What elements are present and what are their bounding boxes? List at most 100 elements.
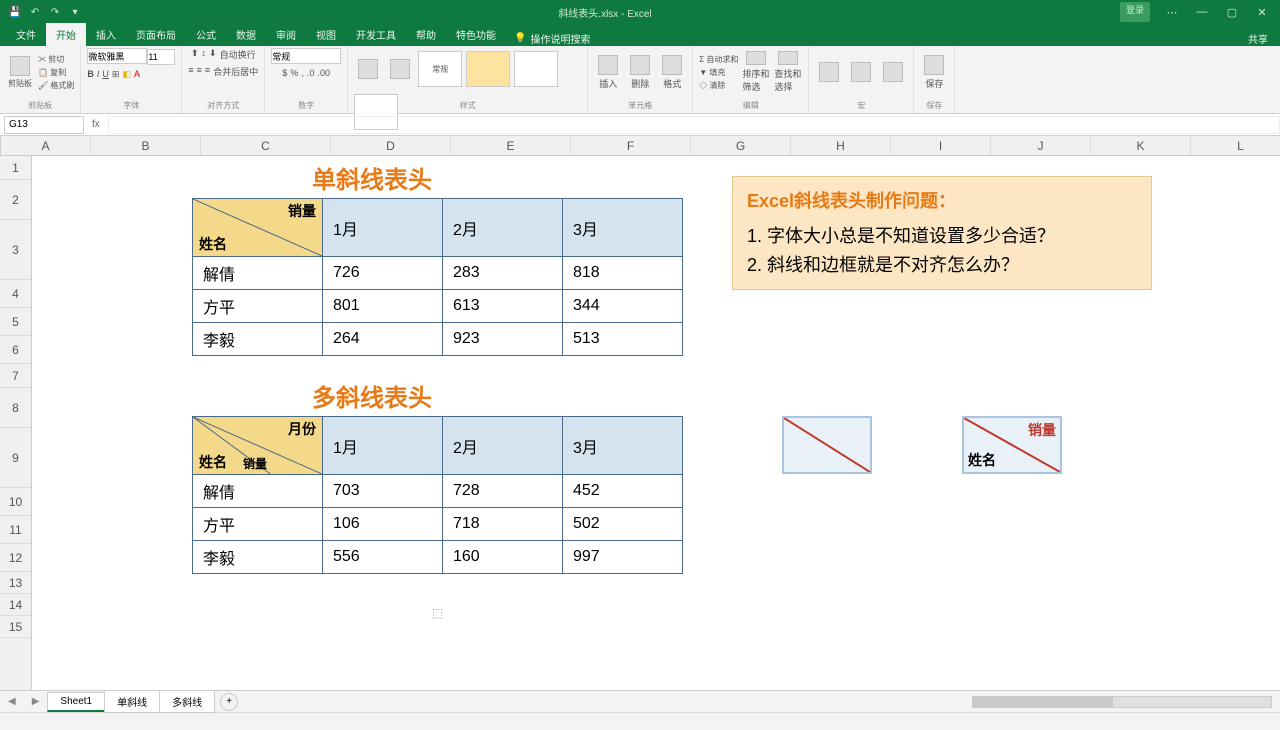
record-macro-button[interactable] bbox=[815, 51, 843, 93]
align-top-icon[interactable]: ⬆ bbox=[191, 48, 199, 61]
signin-badge[interactable]: 登录 bbox=[1120, 2, 1150, 22]
row-header-1[interactable]: 1 bbox=[0, 156, 31, 180]
col-header-D[interactable]: D bbox=[331, 136, 451, 155]
formula-bar[interactable] bbox=[108, 116, 1280, 134]
currency-icon[interactable]: $ bbox=[282, 68, 287, 78]
row-header-6[interactable]: 6 bbox=[0, 336, 31, 364]
find-select-button[interactable]: 查找和选择 bbox=[774, 51, 802, 93]
fill-color-icon[interactable]: ◧ bbox=[122, 69, 131, 80]
sort-filter-button[interactable]: 排序和筛选 bbox=[742, 51, 770, 93]
horizontal-scrollbar[interactable] bbox=[972, 696, 1272, 708]
wrap-text-button[interactable]: 自动换行 bbox=[220, 48, 256, 61]
ribbon-options-icon[interactable]: ⋯ bbox=[1158, 2, 1186, 22]
tab-review[interactable]: 审阅 bbox=[266, 23, 306, 46]
cell-style-accent[interactable] bbox=[466, 51, 510, 87]
diagonal-header-cell-2[interactable]: 月份 销量 姓名 bbox=[193, 417, 323, 475]
autosum-button[interactable]: Σ 自动求和 bbox=[699, 54, 738, 65]
col-header-J[interactable]: J bbox=[991, 136, 1091, 155]
tab-data[interactable]: 数据 bbox=[226, 23, 266, 46]
tab-layout[interactable]: 页面布局 bbox=[126, 23, 186, 46]
merge-button[interactable]: 合并后居中 bbox=[213, 65, 258, 78]
format-cells-button[interactable]: 格式 bbox=[658, 51, 686, 93]
tab-developer[interactable]: 开发工具 bbox=[346, 23, 406, 46]
font-size-input[interactable] bbox=[147, 49, 175, 65]
cells-area[interactable]: 单斜线表头 销量 姓名 1月 2月 3月 解倩726283818 方平80161… bbox=[32, 156, 1280, 690]
paste-button[interactable]: 剪贴板 bbox=[6, 51, 34, 93]
diagonal-header-cell-1[interactable]: 销量 姓名 bbox=[193, 199, 323, 257]
tab-formulas[interactable]: 公式 bbox=[186, 23, 226, 46]
sheet-tab-1[interactable]: Sheet1 bbox=[47, 692, 105, 712]
qat-dropdown-icon[interactable]: ▾ bbox=[68, 5, 82, 19]
row-header-12[interactable]: 12 bbox=[0, 544, 31, 572]
percent-icon[interactable]: % bbox=[290, 68, 298, 78]
format-table-button[interactable] bbox=[386, 48, 414, 90]
tell-me[interactable]: 💡 操作说明搜索 bbox=[514, 31, 590, 46]
camera-button[interactable] bbox=[879, 51, 907, 93]
delete-cells-button[interactable]: 删除 bbox=[626, 51, 654, 93]
align-left-icon[interactable]: ≡ bbox=[188, 65, 193, 78]
col-header-B[interactable]: B bbox=[91, 136, 201, 155]
tab-file[interactable]: 文件 bbox=[6, 23, 46, 46]
cond-format-button[interactable] bbox=[354, 48, 382, 90]
shape-diagonal-empty[interactable] bbox=[782, 416, 872, 474]
row-header-5[interactable]: 5 bbox=[0, 308, 31, 336]
minimize-icon[interactable]: — bbox=[1188, 2, 1216, 22]
sheet-nav-prev-icon[interactable]: ◀ bbox=[0, 696, 24, 707]
row-header-8[interactable]: 8 bbox=[0, 388, 31, 428]
bold-icon[interactable]: B bbox=[87, 69, 94, 80]
row-header-11[interactable]: 11 bbox=[0, 516, 31, 544]
col-header-L[interactable]: L bbox=[1191, 136, 1280, 155]
align-middle-icon[interactable]: ↕ bbox=[202, 48, 207, 61]
insert-cells-button[interactable]: 插入 bbox=[594, 51, 622, 93]
col-header-E[interactable]: E bbox=[451, 136, 571, 155]
row-header-13[interactable]: 13 bbox=[0, 572, 31, 594]
italic-icon[interactable]: I bbox=[97, 69, 100, 80]
col-header-G[interactable]: G bbox=[691, 136, 791, 155]
redo-icon[interactable]: ↷ bbox=[48, 5, 62, 19]
fill-button[interactable]: ▼ 填充 bbox=[699, 67, 738, 78]
fx-icon[interactable]: fx bbox=[84, 119, 108, 130]
share-button[interactable]: 共享 bbox=[1248, 31, 1280, 46]
shape-diagonal-labeled[interactable]: 销量 姓名 bbox=[962, 416, 1062, 474]
increase-decimal-icon[interactable]: .0 bbox=[307, 68, 315, 78]
format-painter-icon[interactable]: 🖌 格式刷 bbox=[38, 80, 74, 91]
font-name-input[interactable] bbox=[87, 48, 147, 64]
align-bottom-icon[interactable]: ⬇ bbox=[209, 48, 217, 61]
tab-home[interactable]: 开始 bbox=[46, 23, 86, 46]
align-center-icon[interactable]: ≡ bbox=[197, 65, 202, 78]
number-format-select[interactable] bbox=[271, 48, 341, 64]
name-cell[interactable]: 李毅 bbox=[193, 323, 323, 356]
clear-button[interactable]: ◇ 清除 bbox=[699, 80, 738, 91]
sheet-tab-3[interactable]: 多斜线 bbox=[159, 690, 215, 713]
col-header-m2[interactable]: 2月 bbox=[443, 199, 563, 257]
border-icon[interactable]: ⊞ bbox=[112, 69, 120, 80]
row-header-10[interactable]: 10 bbox=[0, 488, 31, 516]
col-header-C[interactable]: C bbox=[201, 136, 331, 155]
sheet-tab-2[interactable]: 单斜线 bbox=[104, 690, 160, 713]
col-header-m3[interactable]: 3月 bbox=[563, 199, 683, 257]
font-color-icon[interactable]: A bbox=[134, 69, 140, 80]
col-header-H[interactable]: H bbox=[791, 136, 891, 155]
tab-insert[interactable]: 插入 bbox=[86, 23, 126, 46]
close-icon[interactable]: ✕ bbox=[1248, 2, 1276, 22]
screenshot-button[interactable] bbox=[847, 51, 875, 93]
new-sheet-button[interactable]: + bbox=[220, 693, 238, 711]
align-right-icon[interactable]: ≡ bbox=[205, 65, 210, 78]
row-header-9[interactable]: 9 bbox=[0, 428, 31, 488]
cut-icon[interactable]: ✂ 剪切 bbox=[38, 54, 74, 65]
tab-addin[interactable]: 特色功能 bbox=[446, 23, 506, 46]
name-box[interactable]: G13 bbox=[4, 116, 84, 134]
row-header-2[interactable]: 2 bbox=[0, 180, 31, 220]
row-header-7[interactable]: 7 bbox=[0, 364, 31, 388]
col-header-A[interactable]: A bbox=[1, 136, 91, 155]
maximize-icon[interactable]: ▢ bbox=[1218, 2, 1246, 22]
row-header-3[interactable]: 3 bbox=[0, 220, 31, 280]
row-header-15[interactable]: 15 bbox=[0, 616, 31, 638]
tab-view[interactable]: 视图 bbox=[306, 23, 346, 46]
col-header-K[interactable]: K bbox=[1091, 136, 1191, 155]
col-header-m1[interactable]: 1月 bbox=[323, 199, 443, 257]
col-header-F[interactable]: F bbox=[571, 136, 691, 155]
underline-icon[interactable]: U bbox=[102, 69, 109, 80]
row-header-4[interactable]: 4 bbox=[0, 280, 31, 308]
cell-style-normal[interactable]: 常规 bbox=[418, 51, 462, 87]
